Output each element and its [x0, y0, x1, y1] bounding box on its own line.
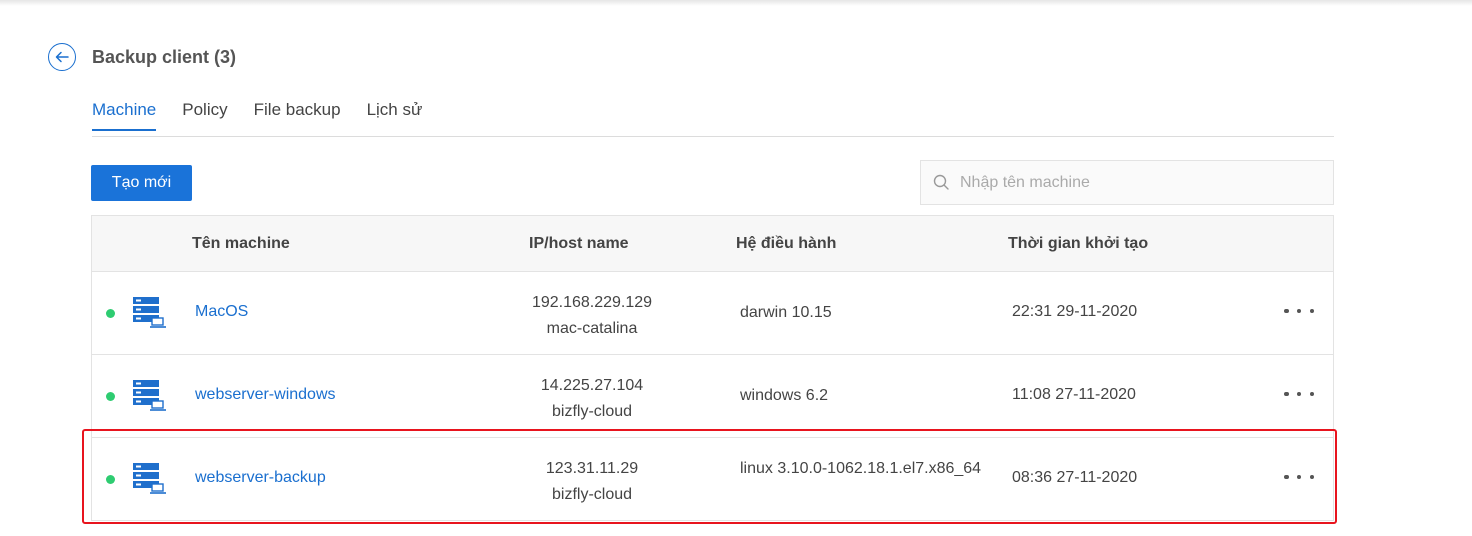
- machine-name-link[interactable]: webserver-windows: [195, 386, 336, 404]
- search-box: [920, 160, 1334, 205]
- created-time-cell: 08:36 27-11-2020: [1012, 469, 1138, 486]
- status-online-dot: [106, 392, 115, 401]
- created-time-cell: 11:08 27-11-2020: [1012, 386, 1136, 403]
- tab-file-backup[interactable]: File backup: [254, 96, 341, 131]
- more-actions-icon[interactable]: [1284, 465, 1314, 489]
- arrow-left-icon: [55, 51, 69, 63]
- ip-host-cell: 123.31.11.29 bizfly-cloud: [482, 456, 702, 508]
- column-header-os: Hệ điều hành: [736, 235, 837, 252]
- create-button[interactable]: Tạo mới: [91, 165, 192, 201]
- ip-address: 123.31.11.29: [545, 460, 639, 477]
- tab-history[interactable]: Lịch sử: [367, 96, 423, 131]
- host-name: bizfly-cloud: [551, 486, 633, 503]
- server-computer-icon: [133, 463, 166, 494]
- server-computer-icon: [133, 297, 166, 328]
- status-online-dot: [106, 475, 115, 484]
- os-cell: windows 6.2: [740, 387, 829, 404]
- more-actions-icon[interactable]: [1284, 299, 1314, 323]
- back-button[interactable]: [48, 43, 76, 71]
- page-title: Backup client (3): [92, 46, 237, 67]
- host-name: bizfly-cloud: [551, 403, 633, 420]
- table-row: webserver-windows 14.225.27.104 bizfly-c…: [92, 355, 1333, 438]
- column-header-created: Thời gian khởi tạo: [1008, 235, 1149, 252]
- tab-policy[interactable]: Policy: [182, 96, 227, 131]
- created-time-cell: 22:31 29-11-2020: [1012, 303, 1138, 320]
- os-cell: darwin 10.15: [740, 304, 832, 321]
- status-online-dot: [106, 309, 115, 318]
- machine-name-link[interactable]: MacOS: [195, 303, 248, 321]
- more-actions-icon[interactable]: [1284, 382, 1314, 406]
- top-bar-shadow: [0, 0, 1472, 6]
- table-row: MacOS 192.168.229.129 mac-catalina darwi…: [92, 272, 1333, 355]
- table-header: Tên machine IP/host name Hệ điều hành Th…: [92, 216, 1333, 272]
- column-header-name: Tên machine: [192, 235, 290, 252]
- os-cell: linux 3.10.0-1062.18.1.el7.x86_64: [740, 460, 982, 477]
- ip-address: 14.225.27.104: [540, 377, 644, 394]
- ip-host-cell: 14.225.27.104 bizfly-cloud: [482, 373, 702, 425]
- page-header: Backup client (3): [48, 43, 236, 71]
- machine-table: Tên machine IP/host name Hệ điều hành Th…: [91, 215, 1334, 521]
- ip-host-cell: 192.168.229.129 mac-catalina: [482, 290, 702, 342]
- host-name: mac-catalina: [546, 320, 638, 337]
- column-header-ip: IP/host name: [529, 235, 629, 252]
- search-input[interactable]: [958, 172, 1322, 193]
- machine-name-link[interactable]: webserver-backup: [195, 469, 326, 487]
- server-computer-icon: [133, 380, 166, 411]
- ip-address: 192.168.229.129: [531, 294, 653, 311]
- search-icon: [933, 174, 949, 190]
- tab-machine[interactable]: Machine: [92, 96, 157, 131]
- tab-bar: Machine Policy File backup Lịch sử: [92, 96, 1334, 137]
- table-row: webserver-backup 123.31.11.29 bizfly-clo…: [92, 438, 1333, 520]
